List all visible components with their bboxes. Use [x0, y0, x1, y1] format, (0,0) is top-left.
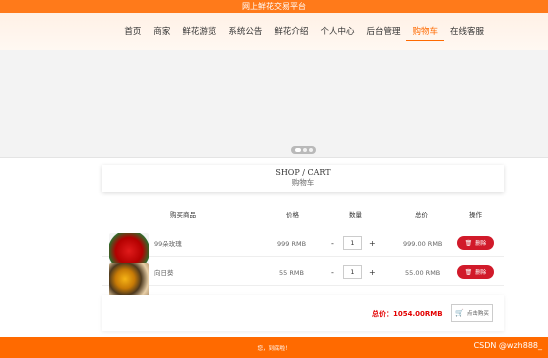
carousel-dot-3[interactable]: [308, 148, 313, 152]
trash-icon: 🗑: [464, 239, 473, 247]
order-total: 总价：1054.00RMB: [372, 310, 443, 318]
product-name[interactable]: 99朵玫瑰: [154, 238, 182, 248]
order-summary: [102, 295, 504, 331]
section-title-cn: 购物车: [291, 178, 315, 187]
nav-item-support[interactable]: 在线客服: [444, 27, 490, 41]
delete-label: 删除: [475, 241, 487, 247]
quantity-increase-button[interactable]: +: [369, 239, 376, 248]
main-nav: 首页 商家 鲜花游览 系统公告 鲜花介绍 个人中心 后台管理 购物车 在线客服: [118, 27, 490, 41]
header-price: 价格: [286, 211, 299, 219]
product-total: 999.00 RMB: [403, 240, 443, 248]
site-title-bar: 网上鲜花交易平台: [0, 0, 548, 13]
header-action: 操作: [469, 211, 482, 219]
nav-item-profile[interactable]: 个人中心: [314, 27, 360, 41]
product-total: 55.00 RMB: [405, 269, 441, 277]
banner-carousel: [0, 50, 548, 158]
nav-item-flower-intro[interactable]: 鲜花介绍: [268, 27, 314, 41]
carousel-dot-1[interactable]: [294, 148, 301, 152]
quantity-increase-button[interactable]: +: [369, 268, 376, 277]
quantity-decrease-button[interactable]: -: [331, 239, 334, 248]
section-header: SHOP / CART 购物车: [102, 165, 504, 192]
quantity-input[interactable]: 1: [343, 265, 362, 279]
nav-item-browse[interactable]: 鲜花游览: [176, 27, 222, 41]
carousel-dot-2[interactable]: [302, 148, 307, 152]
main-nav-bar: 首页 商家 鲜花游览 系统公告 鲜花介绍 个人中心 后台管理 购物车 在线客服: [0, 13, 548, 50]
nav-item-announcements[interactable]: 系统公告: [222, 27, 268, 41]
site-title: 网上鲜花交易平台: [242, 2, 306, 11]
delete-button[interactable]: 🗑 删除: [457, 236, 494, 250]
watermark: CSDN @wzh888_: [473, 341, 542, 350]
trash-icon: 🗑: [464, 268, 473, 276]
nav-item-cart[interactable]: 购物车: [406, 27, 444, 41]
delete-button[interactable]: 🗑 删除: [457, 265, 494, 279]
checkout-label: 点击购买: [466, 311, 489, 317]
nav-item-home[interactable]: 首页: [118, 27, 147, 41]
delete-label: 删除: [475, 270, 487, 276]
header-product: 购买商品: [170, 211, 196, 219]
carousel-indicators[interactable]: [291, 146, 316, 154]
cart-icon: 🛒: [455, 309, 464, 317]
product-price: 999 RMB: [277, 240, 307, 248]
product-price: 55 RMB: [279, 269, 304, 277]
footer: 您，到底啦！: [0, 337, 548, 358]
section-title-en: SHOP / CART: [275, 168, 331, 177]
nav-item-merchants[interactable]: 商家: [147, 27, 176, 41]
checkout-button[interactable]: 🛒 点击购买: [451, 304, 493, 322]
header-quantity: 数量: [349, 211, 362, 219]
product-name[interactable]: 向日葵: [154, 267, 174, 277]
header-total: 总价: [415, 211, 428, 219]
footer-text: 您，到底啦！: [257, 346, 291, 352]
nav-item-admin[interactable]: 后台管理: [360, 27, 406, 41]
quantity-decrease-button[interactable]: -: [331, 268, 334, 277]
quantity-input[interactable]: 1: [343, 236, 362, 250]
